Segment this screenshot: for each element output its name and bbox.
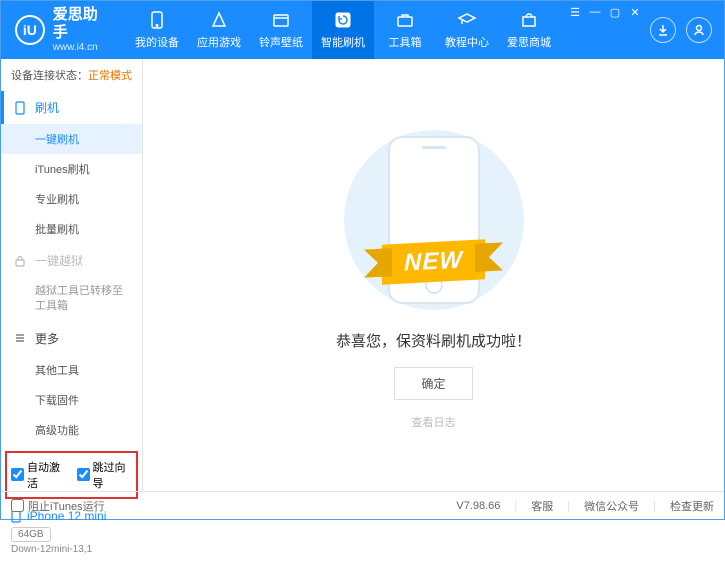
nav-label: 智能刷机 [321, 34, 365, 50]
store-icon [519, 10, 539, 30]
checkbox-block-itunes[interactable] [11, 499, 24, 512]
footer-service-link[interactable]: 客服 [531, 498, 553, 514]
footer-wechat-link[interactable]: 微信公众号 [584, 498, 639, 514]
nav-store[interactable]: 爱思商城 [498, 1, 560, 59]
toolbox-icon [395, 10, 415, 30]
success-illustration: NEW [324, 120, 544, 320]
sidebar-section-jailbreak: 一键越狱 [1, 244, 142, 277]
status-label: 设备连接状态： [11, 70, 88, 82]
menu-icon[interactable]: ☰ [566, 5, 584, 19]
nav-label: 我的设备 [135, 34, 179, 50]
nav-label: 教程中心 [445, 34, 489, 50]
sidebar-item-other-tools[interactable]: 其他工具 [1, 355, 142, 385]
apps-icon [209, 10, 229, 30]
user-icon[interactable] [686, 17, 712, 43]
jailbreak-note: 越狱工具已转移至工具箱 [1, 277, 142, 322]
status-mode: 正常模式 [88, 70, 132, 82]
nav-my-device[interactable]: 我的设备 [126, 1, 188, 59]
nav-tutorials[interactable]: 教程中心 [436, 1, 498, 59]
sidebar-item-itunes-flash[interactable]: iTunes刷机 [1, 154, 142, 184]
footer-update-link[interactable]: 检查更新 [670, 498, 714, 514]
success-message: 恭喜您，保资料刷机成功啦！ [336, 330, 531, 351]
confirm-button[interactable]: 确定 [394, 367, 472, 400]
window-controls: ☰ — ▢ ✕ [560, 1, 650, 59]
phone-small-icon [13, 101, 27, 115]
app-title: 爱思助手 [53, 6, 112, 42]
brand: iU 爱思助手 www.i4.cn [1, 1, 126, 59]
nav-apps-games[interactable]: 应用游戏 [188, 1, 250, 59]
folder-icon [271, 10, 291, 30]
refresh-icon [333, 10, 353, 30]
sidebar-section-flash[interactable]: 刷机 [1, 91, 142, 124]
footer: 阻止iTunes运行 V7.98.66 | 客服 | 微信公众号 | 检查更新 [1, 491, 724, 519]
top-nav: 我的设备 应用游戏 铃声壁纸 智能刷机 工具箱 教程中心 [126, 1, 560, 59]
nav-label: 应用游戏 [197, 34, 241, 50]
titlebar: iU 爱思助手 www.i4.cn 我的设备 应用游戏 铃声壁纸 智能刷机 [1, 1, 724, 59]
section-label: 更多 [35, 330, 59, 347]
graduation-icon [457, 10, 477, 30]
main-content: NEW 恭喜您，保资料刷机成功啦！ 确定 查看日志 [143, 59, 724, 491]
check-label: 自动激活 [27, 459, 67, 491]
version-label: V7.98.66 [456, 500, 500, 512]
section-label: 刷机 [35, 99, 59, 116]
sidebar-item-batch-flash[interactable]: 批量刷机 [1, 214, 142, 244]
sidebar-item-download-firmware[interactable]: 下载固件 [1, 385, 142, 415]
storage-badge: 64GB [11, 527, 51, 542]
titlebar-right-icons [650, 1, 724, 59]
maximize-icon[interactable]: ▢ [606, 5, 624, 19]
app-subtitle: www.i4.cn [53, 42, 112, 54]
check-label: 跳过向导 [93, 459, 133, 491]
sidebar-item-pro-flash[interactable]: 专业刷机 [1, 184, 142, 214]
sidebar: 设备连接状态：正常模式 刷机 一键刷机 iTunes刷机 专业刷机 批量刷机 一… [1, 59, 143, 491]
nav-smart-flash[interactable]: 智能刷机 [312, 1, 374, 59]
minimize-icon[interactable]: — [586, 5, 604, 19]
app-logo-icon: iU [15, 15, 45, 45]
view-log-link[interactable]: 查看日志 [412, 414, 456, 430]
sidebar-section-more[interactable]: 更多 [1, 322, 142, 355]
new-ribbon: NEW [382, 239, 485, 284]
check-skip-guide[interactable]: 跳过向导 [77, 459, 133, 491]
sidebar-item-advanced[interactable]: 高级功能 [1, 415, 142, 445]
device-detail: Down-12mini-13,1 [11, 544, 132, 555]
nav-label: 工具箱 [389, 34, 422, 50]
check-auto-activate[interactable]: 自动激活 [11, 459, 67, 491]
checkbox-skip-guide[interactable] [77, 468, 90, 481]
nav-ringtone-wallpaper[interactable]: 铃声壁纸 [250, 1, 312, 59]
connection-status: 设备连接状态：正常模式 [1, 59, 142, 91]
close-icon[interactable]: ✕ [626, 5, 644, 19]
download-icon[interactable] [650, 17, 676, 43]
checkbox-auto-activate[interactable] [11, 468, 24, 481]
nav-label: 铃声壁纸 [259, 34, 303, 50]
block-itunes-label: 阻止iTunes运行 [28, 498, 105, 514]
lock-icon [13, 254, 27, 268]
list-icon [13, 331, 27, 345]
nav-label: 爱思商城 [507, 34, 551, 50]
phone-icon [147, 10, 167, 30]
sidebar-item-one-click-flash[interactable]: 一键刷机 [1, 124, 142, 154]
section-label: 一键越狱 [35, 252, 83, 269]
nav-toolbox[interactable]: 工具箱 [374, 1, 436, 59]
